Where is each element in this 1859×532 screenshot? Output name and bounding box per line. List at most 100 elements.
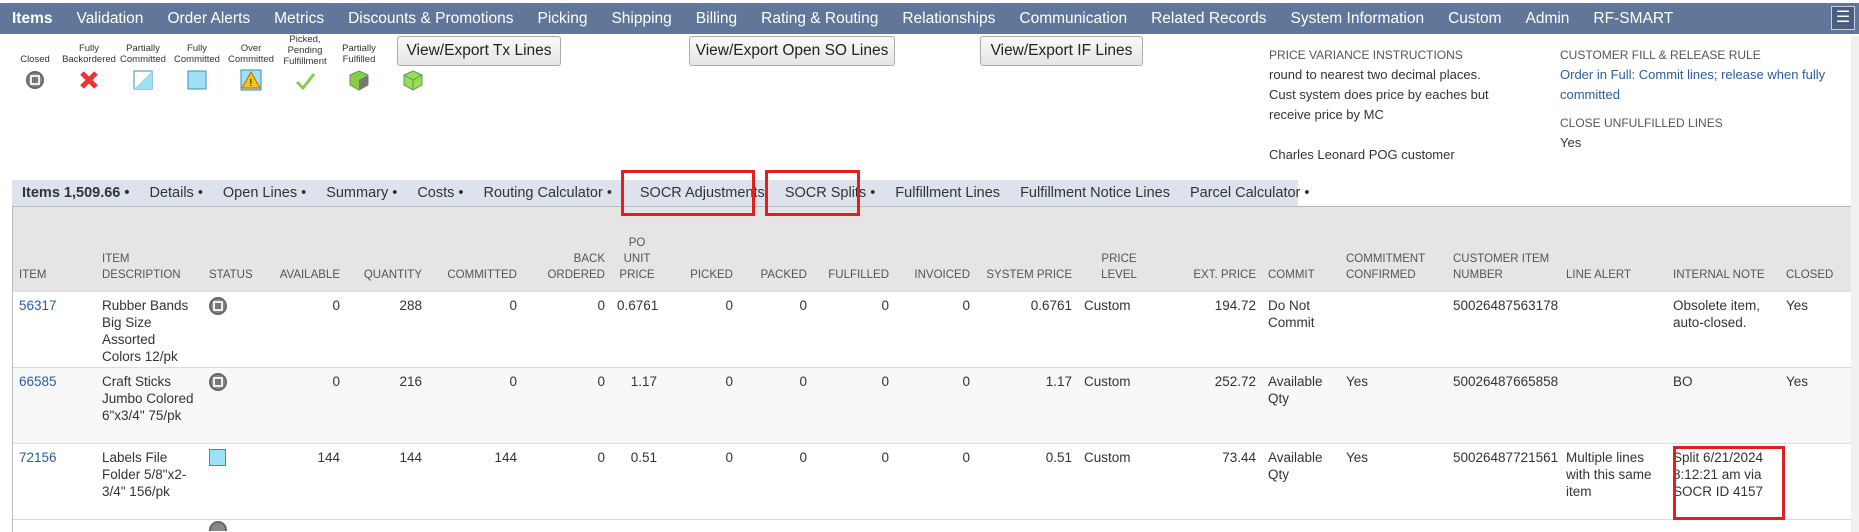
nav-rf-smart[interactable]: RF-SMART [1581,10,1685,28]
nav-admin[interactable]: Admin [1513,10,1581,28]
nav-system-information[interactable]: System Information [1279,10,1437,28]
nav-related-records[interactable]: Related Records [1139,10,1278,28]
nav-validation[interactable]: Validation [65,10,156,28]
cell-back-ordered: 0 [523,366,611,443]
view-export-if-lines-button[interactable]: View/Export IF Lines [980,36,1143,66]
cell-commitment-confirmed [1340,518,1447,532]
cell-customer-item-number [1447,518,1560,532]
legend-fully-committed: Fully Committed [170,36,224,92]
column-header-fulfilled[interactable]: FULFILLED [813,207,895,291]
cell-internal-note: Obsolete item, auto-closed. [1667,290,1780,367]
nav-shipping[interactable]: Shipping [599,10,683,28]
column-header-internal-note[interactable]: INTERNAL NOTE [1667,207,1780,291]
closed-status-icon [209,372,227,391]
cell-invoiced [895,518,976,532]
tab-fulfillment-lines[interactable]: Fulfillment Lines [885,185,1010,201]
column-header-quantity[interactable]: QUANTITY [346,207,428,291]
cell-committed: 144 [428,442,523,519]
table-row: 66585 Craft Sticks Jumbo Colored 6"x3/4" … [13,366,1852,443]
cell-packed: 0 [739,442,813,519]
cell-picked: 0 [663,442,739,519]
tab-parcel-calculator[interactable]: Parcel Calculator • [1180,185,1320,201]
legend-label: Fully Backordered [62,43,116,65]
cell-invoiced: 0 [895,442,976,519]
tab-open-lines[interactable]: Open Lines • [213,185,316,201]
column-header-system-price[interactable]: SYSTEM PRICE [976,207,1078,291]
cell-quantity: 216 [346,366,428,443]
nav-metrics[interactable]: Metrics [262,10,336,28]
column-header-committed[interactable]: COMMITTED [428,207,523,291]
cell-internal-note [1667,518,1780,532]
cell-po-unit-price: 0.51 [611,442,663,519]
cell-ext-price [1160,518,1262,532]
column-header-commit[interactable]: COMMIT [1262,207,1340,291]
nav-custom[interactable]: Custom [1436,10,1513,28]
legend-partially-fulfilled: Partially Fulfilled [332,36,386,92]
legend-fully-backordered: Fully Backordered [62,36,116,92]
cell-line-alert [1560,290,1667,367]
legend-partially-committed: Partially Committed [116,36,170,92]
cell-price-level: Custom [1078,442,1160,519]
vertical-scrollbar[interactable] [1851,36,1859,532]
legend-over-committed: Over Committed! [224,36,278,92]
table-row: 56317 Rubber Bands Big Size Assorted Colo… [13,290,1852,367]
cell-commit: Available Qty [1262,366,1340,443]
column-header-closed[interactable]: CLOSED [1780,207,1852,291]
cell-price-level: Custom [1078,290,1160,367]
item-link[interactable]: 66585 [19,374,57,389]
nav-discounts-promotions[interactable]: Discounts & Promotions [336,10,525,28]
column-header-commitment-confirmed[interactable]: COMMITMENT CONFIRMED [1340,207,1447,291]
fill-release-link[interactable]: Order in Full: Commit lines; release whe… [1560,65,1850,105]
tab-routing-calculator[interactable]: Routing Calculator • [474,185,622,201]
cell-status [203,518,262,532]
cell-po-unit-price: 1.17 [611,366,663,443]
nav-items[interactable]: Items [0,10,65,28]
column-header-invoiced[interactable]: INVOICED [895,207,976,291]
price-variance-value: round to nearest two decimal places. Cus… [1269,67,1489,122]
cell-customer-item-number: 50026487721561 [1447,442,1560,519]
tab-details[interactable]: Details • [139,185,212,201]
column-header-price-level[interactable]: PRICE LEVEL [1078,207,1160,291]
tab-costs[interactable]: Costs • [407,185,473,201]
tab-items-1-509-66[interactable]: Items 1,509.66 • [12,185,139,201]
column-header-status[interactable]: STATUS [203,207,262,291]
column-header-back-ordered[interactable]: BACK ORDERED [523,207,611,291]
tab-summary[interactable]: Summary • [316,185,407,201]
cell-closed: Yes [1780,290,1852,367]
hamburger-icon[interactable]: ☰ [1831,6,1855,30]
nav-order-alerts[interactable]: Order Alerts [155,10,262,28]
cell-packed: 0 [739,290,813,367]
view-export-open-so-lines-button[interactable]: View/Export Open SO Lines [689,36,895,66]
column-header-po-unit-price[interactable]: PO UNIT PRICE [611,207,663,291]
cell-committed [428,518,523,532]
column-header-line-alert[interactable]: LINE ALERT [1560,207,1667,291]
checkmark-icon [293,70,317,92]
column-header-item-description[interactable]: ITEM DESCRIPTION [96,207,203,291]
column-header-customer-item-number[interactable]: CUSTOMER ITEM NUMBER [1447,207,1560,291]
cell-price-level [1078,518,1160,532]
nav-communication[interactable]: Communication [1007,10,1139,28]
column-header-ext-price[interactable]: EXT. PRICE [1160,207,1262,291]
closed-status-icon [209,296,227,315]
cell-po-unit-price: 0.6761 [611,290,663,367]
cell-description [96,518,203,532]
cell-item: 56317 [13,290,96,367]
cell-commit [1262,518,1340,532]
cell-commit: Do Not Commit [1262,290,1340,367]
nav-picking[interactable]: Picking [526,10,600,28]
cell-closed [1780,442,1852,519]
column-header-picked[interactable]: PICKED [663,207,739,291]
column-header-available[interactable]: AVAILABLE [262,207,346,291]
tab-fulfillment-notice-lines[interactable]: Fulfillment Notice Lines [1010,185,1180,201]
item-link[interactable]: 56317 [19,298,57,313]
column-header-packed[interactable]: PACKED [739,207,813,291]
cell-system-price: 0.6761 [976,290,1078,367]
view-export-tx-lines-button[interactable]: View/Export Tx Lines [397,36,561,66]
cell-commitment-confirmed [1340,290,1447,367]
nav-rating-routing[interactable]: Rating & Routing [749,10,890,28]
nav-billing[interactable]: Billing [684,10,749,28]
cell-item: 72156 [13,442,96,519]
item-link[interactable]: 72156 [19,450,57,465]
column-header-item[interactable]: ITEM [13,207,96,291]
nav-relationships[interactable]: Relationships [890,10,1007,28]
